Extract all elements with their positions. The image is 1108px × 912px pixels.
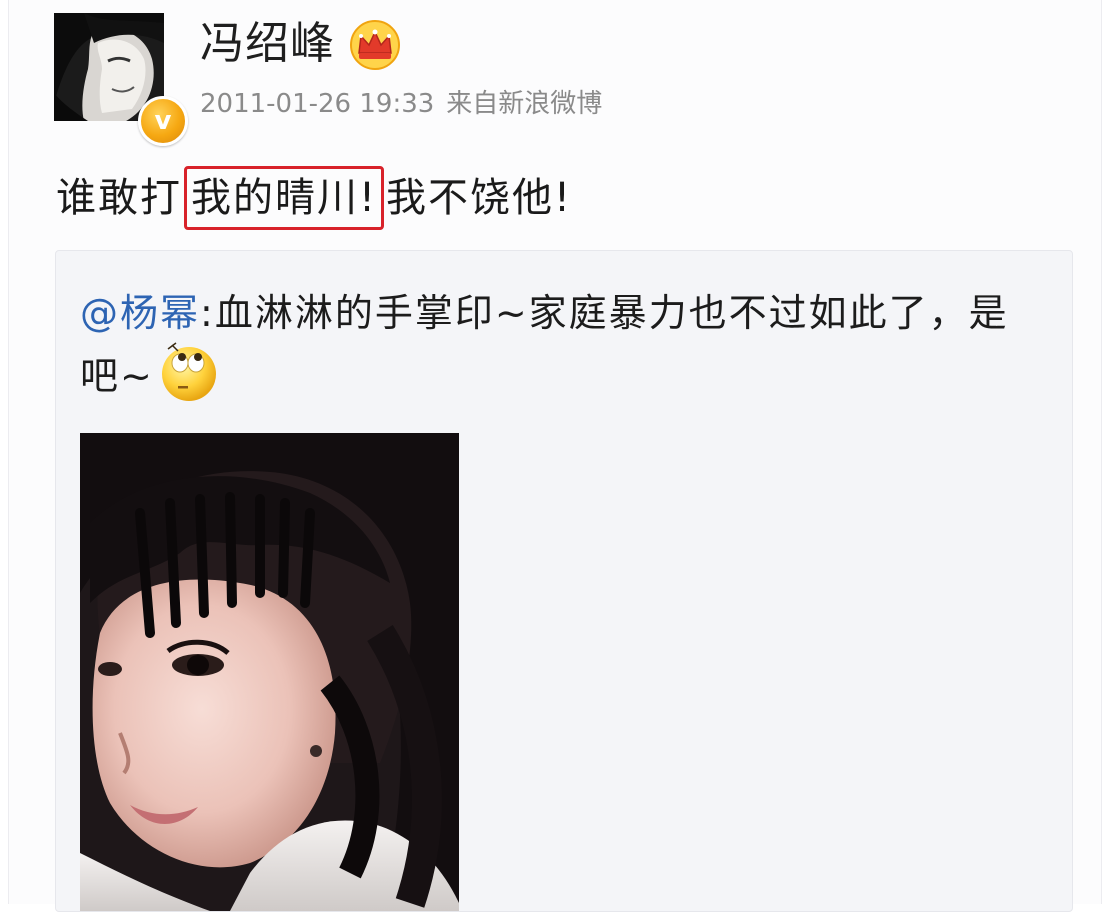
post-text-before: 谁敢打	[56, 175, 182, 221]
verified-badge-letter: v	[154, 106, 172, 136]
post-content: 谁敢打 我的晴川! 我不饶他!	[56, 166, 572, 230]
post-text-after: 我不饶他!	[386, 175, 573, 221]
repost-text: @杨幂:血淋淋的手掌印~家庭暴力也不过如此了，是吧~	[80, 285, 1040, 404]
rolling-eyes-emoji-icon	[161, 342, 216, 401]
crown-icon[interactable]	[347, 20, 403, 70]
highlight-annotation: 我的晴川!	[184, 166, 385, 230]
repost-mention-link[interactable]: @杨幂	[80, 291, 200, 335]
post-source[interactable]: 来自新浪微博	[446, 89, 602, 119]
author-name[interactable]: 冯绍峰	[200, 14, 335, 74]
post-meta: 2011-01-26 19:33 来自新浪微博	[200, 86, 602, 122]
selfie-photo-icon	[80, 433, 459, 911]
repost-photo[interactable]	[80, 433, 459, 911]
reposted-content: @杨幂:血淋淋的手掌印~家庭暴力也不过如此了，是吧~	[55, 250, 1073, 912]
post-timestamp[interactable]: 2011-01-26 19:33	[200, 89, 434, 119]
post-text-highlight: 我的晴川!	[191, 175, 378, 221]
verified-badge-icon: v	[138, 96, 188, 146]
